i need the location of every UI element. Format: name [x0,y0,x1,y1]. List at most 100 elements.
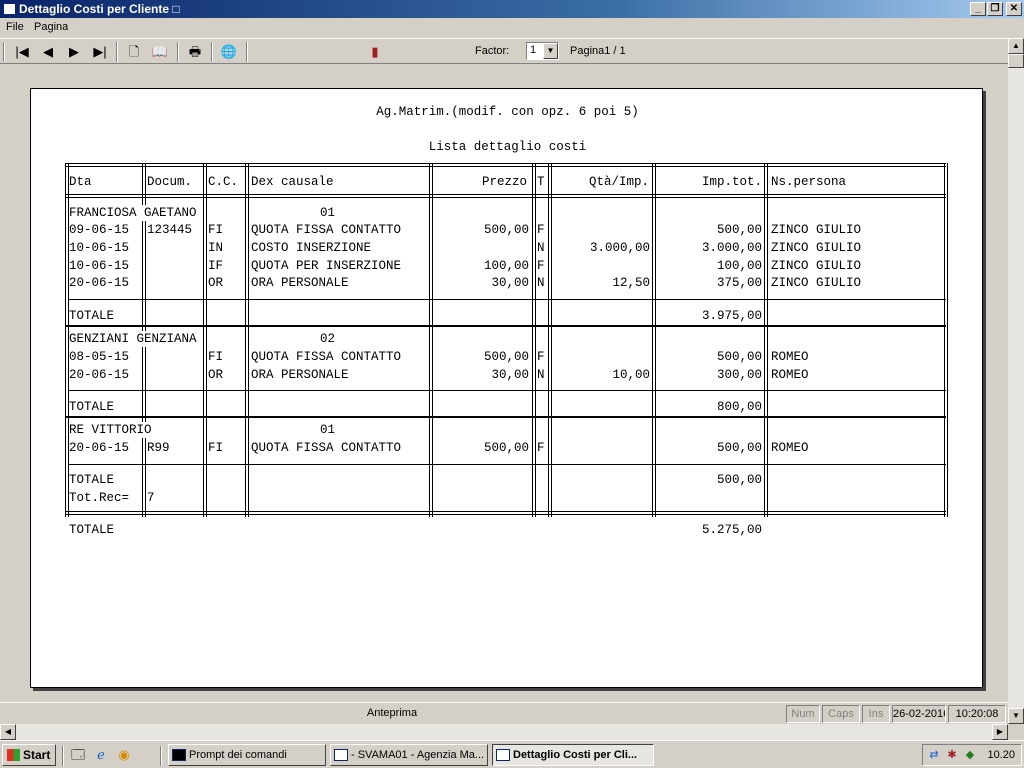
chevron-down-icon[interactable]: ▼ [543,43,558,59]
cell-prezzo: 30,00 [491,368,529,382]
title-bar: Dettaglio Costi per Cliente □ _ ❐ ✕ [0,0,1024,18]
group-total: 500,00 [716,473,762,487]
browser-icon[interactable]: ℯ [93,747,109,763]
header-bottom-rule [66,194,946,198]
cell-ns: ZINCO GIULIO [771,276,862,290]
scroll-down-button[interactable]: ▼ [1008,708,1024,724]
horizontal-scrollbar[interactable]: ◀ ▶ [0,724,1008,740]
scroll-up-button[interactable]: ▲ [1008,38,1024,54]
cell-dex: QUOTA PER INSERZIONE [251,259,402,273]
cell-ns: ZINCO GIULIO [771,241,862,255]
next-page-icon[interactable]: ▶ [65,43,83,61]
single-page-icon[interactable]: 🗋 [125,43,143,61]
cell-t: N [537,276,545,290]
cell-ns: ROMEO [771,441,809,455]
col-header-t: T [537,175,545,189]
cell-qta [551,222,650,238]
factor-select[interactable]: 1 ▼ [526,42,559,60]
cell-cc: OR [208,276,224,290]
start-button[interactable]: Start [2,744,56,766]
toolbar: |◀ ◀ ▶ ▶| 🗋 📖 🖶 🌐 ▮ Factor: 1 ▼ Pagina1 … [0,38,1008,64]
status-time: 10:20:08 [948,705,1006,723]
toolbar-separator [116,42,118,62]
status-mode: Anteprima [366,707,418,719]
cell-dex: QUOTA FISSA CONTATTO [251,350,402,364]
group-total-label: TOTALE [69,473,115,487]
grid-line [947,163,948,517]
printer-icon[interactable]: 🖶 [186,43,204,61]
cell-cc: IF [208,259,224,273]
cell-ns: ROMEO [771,368,809,382]
exit-door-icon[interactable]: ▮ [366,43,384,61]
status-num: Num [786,705,820,723]
cell-qta [551,349,650,365]
network-icon[interactable]: ⇄ [927,748,941,762]
group-name: FRANCIOSA GAETANO [69,205,201,221]
first-page-icon[interactable]: |◀ [13,43,31,61]
cell-t: F [537,441,545,455]
col-header-qta: Qtà/Imp. [588,175,649,189]
toolbar-separator [211,42,213,62]
cell-imp: 500,00 [716,441,762,455]
last-page-icon[interactable]: ▶| [91,43,109,61]
cell-qta: 12,50 [612,276,650,290]
status-bar: Anteprima Num Caps Ins 26-02-2016 10:20:… [0,702,1008,724]
cell-t: N [537,241,545,255]
task-dettaglio-costi[interactable]: Dettaglio Costi per Cli... [492,744,654,766]
cell-dta: 20-06-15 [69,276,130,290]
export-icon[interactable]: 🌐 [220,43,238,61]
factor-label: Factor: [475,45,510,57]
restore-button[interactable]: ❐ [987,2,1003,16]
cell-ns: ROMEO [771,350,809,364]
grid-line [65,163,66,517]
cell-t: F [537,350,545,364]
desktop-icon[interactable]: 🗔 [70,747,86,763]
cell-qta: 10,00 [612,368,650,382]
cell-doc: R99 [147,441,170,455]
group-total: 3.975,00 [701,309,762,323]
cell-imp: 100,00 [716,259,762,273]
grand-total-label: TOTALE [69,523,115,537]
subtotal-rule [69,464,946,465]
report-subtitle: Lista dettaglio costi [428,140,587,154]
group-total-label: TOTALE [69,400,115,414]
security-icon[interactable]: ✱ [945,748,959,762]
taskbar-separator [160,746,162,766]
totrec-value: 7 [147,491,155,505]
scroll-thumb[interactable] [1008,54,1024,68]
prev-page-icon[interactable]: ◀ [39,43,57,61]
task-command-prompt[interactable]: Prompt dei comandi [168,744,326,766]
menu-pagina[interactable]: Pagina [34,21,68,33]
media-player-icon[interactable]: ◉ [116,747,132,763]
shield-icon[interactable]: ◆ [963,748,977,762]
two-pages-icon[interactable]: 📖 [151,43,169,61]
cell-qta [551,440,650,456]
scroll-left-button[interactable]: ◀ [0,724,16,740]
group-total-label: TOTALE [69,309,115,323]
cell-cc: FI [208,441,224,455]
cell-qta: 3.000,00 [589,241,650,255]
group-code: 01 [320,205,336,221]
totrec-label: Tot.Rec= [69,491,130,505]
col-header-dex: Dex causale [251,175,334,189]
cell-dta: 20-06-15 [69,368,130,382]
close-button[interactable]: ✕ [1006,2,1022,16]
scroll-right-button[interactable]: ▶ [992,724,1008,740]
taskbar: Start 🗔 ℯ ◉ Prompt dei comandi - SVAMA01… [0,740,1024,768]
window-icon [496,749,510,761]
task-svama01[interactable]: - SVAMA01 - Agenzia Ma... [330,744,488,766]
scroll-corner [1008,724,1024,740]
header-top-rule [66,163,946,167]
menu-file[interactable]: File [6,21,24,33]
group-separator [66,416,946,418]
page-indicator: Pagina1 / 1 [570,45,626,57]
cell-dex: ORA PERSONALE [251,368,349,382]
clock[interactable]: 10.20 [987,745,1015,765]
table-bottom-rule [66,511,946,515]
cell-dex: QUOTA FISSA CONTATTO [251,223,402,237]
cell-t: F [537,223,545,237]
group-name: RE VITTORIO [69,422,156,438]
vertical-scrollbar[interactable]: ▲ ▼ [1008,38,1024,724]
minimize-button[interactable]: _ [970,2,986,16]
system-tray: ⇄ ✱ ◆ 10.20 [922,744,1022,766]
